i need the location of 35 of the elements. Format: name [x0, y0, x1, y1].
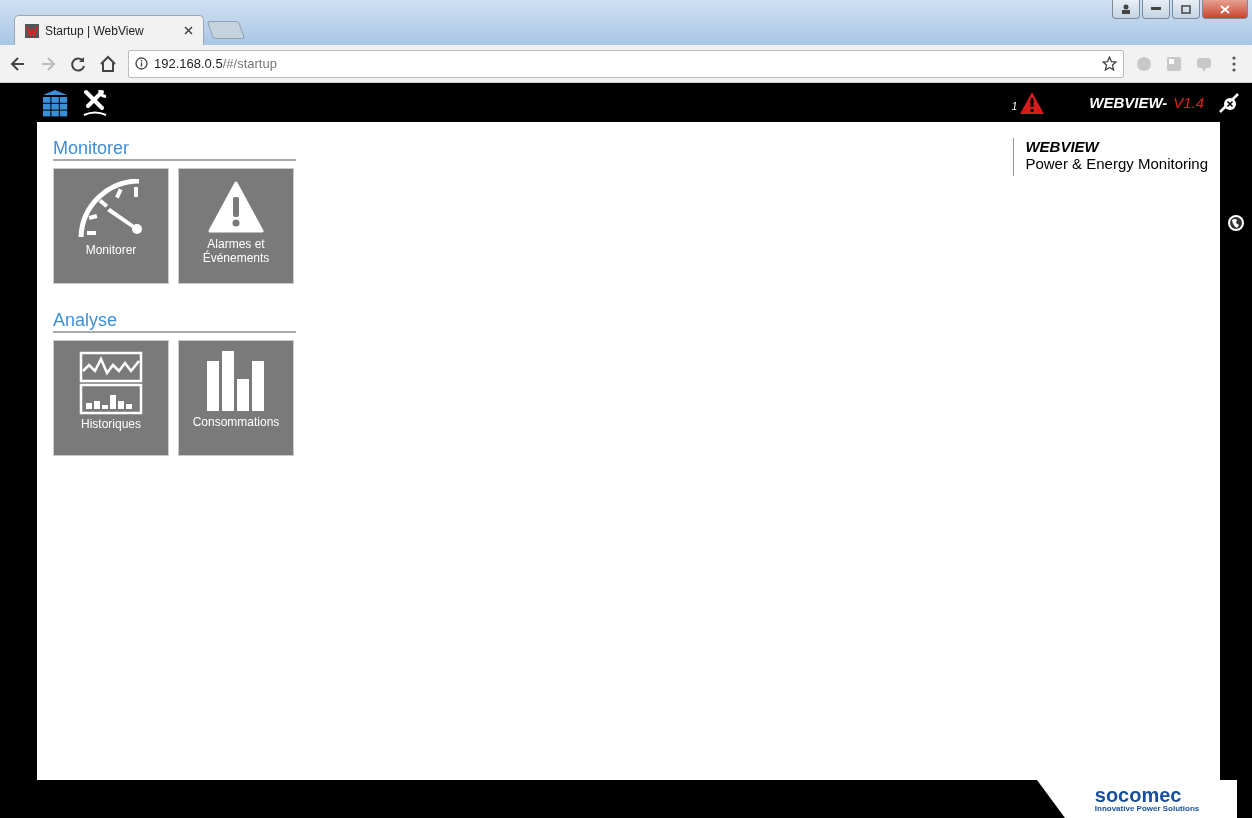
user-icon: [1121, 4, 1131, 14]
info-icon[interactable]: [135, 57, 148, 70]
close-icon[interactable]: [184, 26, 193, 35]
home-icon[interactable]: [98, 53, 118, 74]
profile-button[interactable]: [1112, 0, 1140, 19]
menu-tile[interactable]: Historiques: [53, 340, 169, 456]
menu-tile[interactable]: Alarmes et Événements: [178, 168, 294, 284]
star-icon[interactable]: [1102, 56, 1117, 71]
minimize-icon: [1151, 7, 1161, 11]
favicon-icon: [25, 23, 39, 38]
browser-tab[interactable]: Startup | WebView: [14, 15, 204, 45]
tab-title: Startup | WebView: [45, 23, 145, 38]
warning-icon[interactable]: [1019, 90, 1046, 115]
alarm-count: 1: [1011, 101, 1018, 112]
disconnect-icon[interactable]: [1218, 91, 1240, 114]
section-heading: Analyse: [53, 310, 296, 333]
menu-tile[interactable]: Monitorer: [53, 168, 169, 284]
maximize-icon: [1181, 4, 1191, 14]
tools-icon[interactable]: [82, 87, 108, 118]
close-icon: [1220, 4, 1230, 14]
building-icon[interactable]: [42, 88, 68, 117]
bar-chart-icon: [205, 351, 267, 413]
menu-tile[interactable]: Consommations: [178, 340, 294, 456]
maximize-button[interactable]: [1172, 0, 1200, 19]
brand-name: WEBVIEW-: [1089, 94, 1168, 111]
company-logo: socomec Innovative Power Solutions: [1037, 780, 1237, 818]
warning-icon: [208, 179, 264, 235]
history-chart-icon: [79, 351, 143, 415]
close-button[interactable]: [1202, 0, 1248, 19]
product-name: WEBVIEW: [1025, 138, 1101, 155]
minimize-button[interactable]: [1142, 0, 1170, 19]
product-subtitle: Power & Energy Monitoring: [1025, 155, 1208, 172]
version-label: V1.4: [1173, 94, 1204, 111]
section-heading: Monitorer: [53, 138, 296, 161]
address-bar[interactable]: 192.168.0.5/#/startup: [128, 49, 1124, 78]
